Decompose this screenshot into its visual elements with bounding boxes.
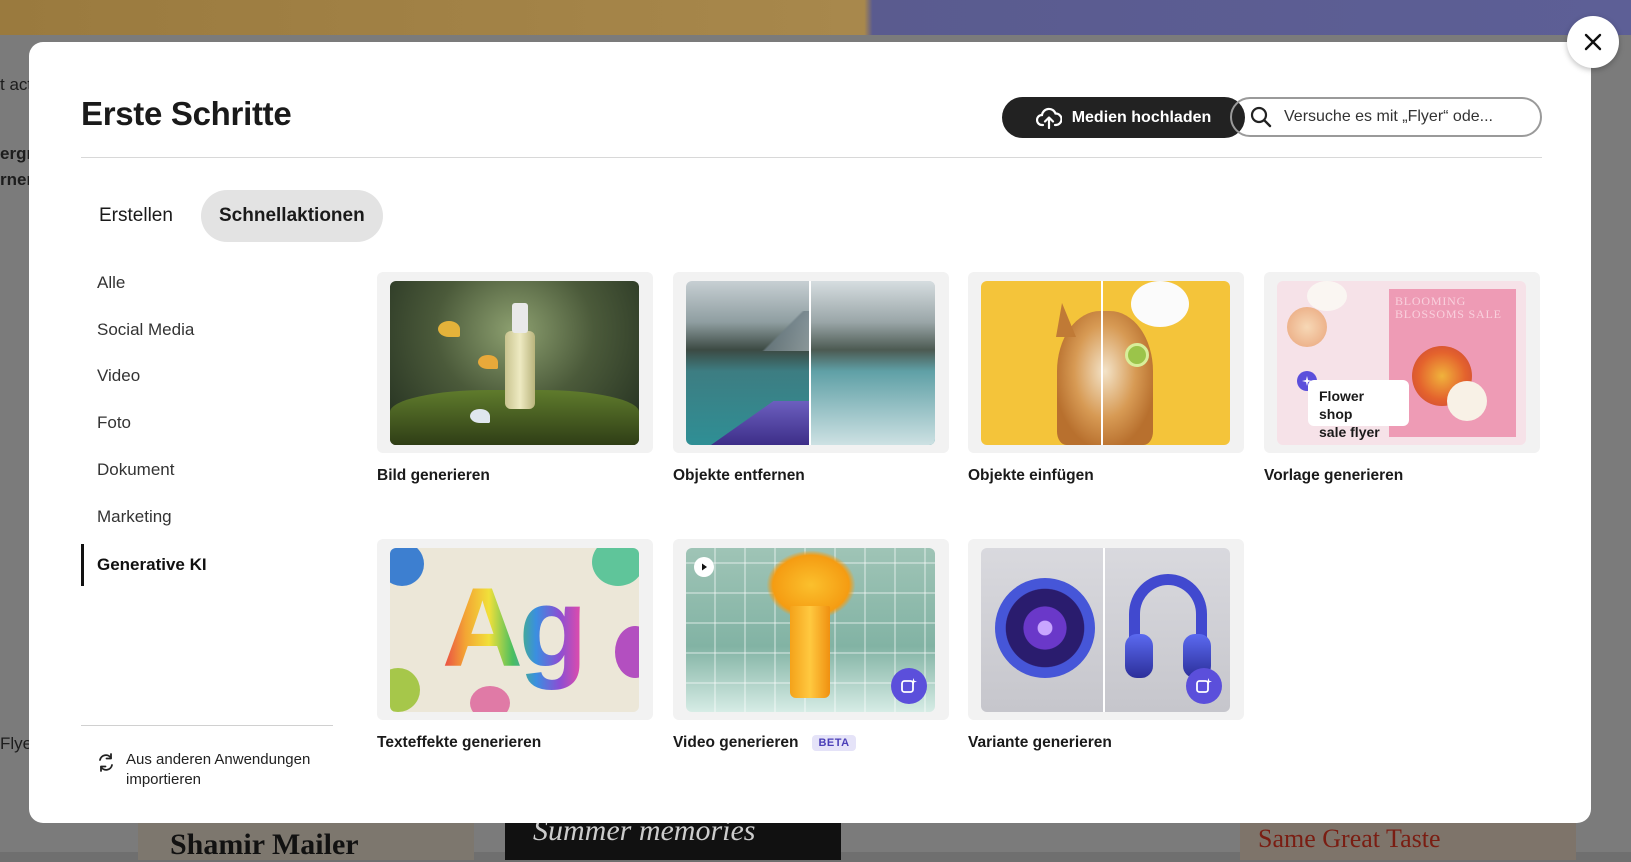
upload-media-button[interactable]: Medien hochladen xyxy=(1002,97,1245,138)
background-card: Same Great Taste xyxy=(1240,820,1576,860)
card-generate-template[interactable]: BLOOMING BLOSSOMS SALE Flower shop sale … xyxy=(1264,272,1540,485)
tab-create[interactable]: Erstellen xyxy=(81,190,191,242)
sidebar-item-label: Marketing xyxy=(97,507,172,526)
card-generate-video[interactable]: Video generieren BETA xyxy=(673,539,949,752)
card-title: Video generieren xyxy=(673,734,799,751)
tab-label: Schnellaktionen xyxy=(219,205,365,226)
background-card-text: Same Great Taste xyxy=(1258,824,1441,853)
sidebar-item-label: Generative KI xyxy=(97,555,207,574)
sidebar-item-document[interactable]: Dokument xyxy=(81,452,325,488)
background-banner xyxy=(0,0,1631,35)
card-title: Variante generieren xyxy=(968,734,1112,751)
tab-label: Erstellen xyxy=(99,205,173,226)
card-title: Texteffekte generieren xyxy=(377,734,542,751)
tab-quick-actions[interactable]: Schnellaktionen xyxy=(201,190,383,242)
sidebar-item-photo[interactable]: Foto xyxy=(81,405,325,441)
search-icon xyxy=(1250,106,1272,128)
background-card: Summer memories xyxy=(505,814,841,860)
text-effect-letters: Ag xyxy=(442,558,587,698)
sidebar-item-social-media[interactable]: Social Media xyxy=(81,312,325,348)
sidebar-item-label: Video xyxy=(97,366,141,385)
yarn-letters-image: Ag xyxy=(390,548,639,712)
flyer-prompt-tag: Flower shop sale flyer xyxy=(1308,380,1409,440)
sidebar-item-generative-ai[interactable]: Generative KI xyxy=(81,544,325,586)
close-button[interactable] xyxy=(1567,16,1619,68)
sidebar-item-marketing[interactable]: Marketing xyxy=(81,499,325,535)
serum-bottle-image xyxy=(390,281,639,445)
card-generate-variant[interactable]: Variante generieren xyxy=(968,539,1244,752)
card-thumbnail-frame xyxy=(968,272,1244,453)
background-text: t act xyxy=(0,75,33,94)
sidebar-item-label: Alle xyxy=(97,273,126,292)
sidebar-item-all[interactable]: Alle xyxy=(81,265,325,301)
flyer-prompt-line: sale flyer xyxy=(1319,424,1380,440)
upload-media-label: Medien hochladen xyxy=(1071,108,1212,126)
card-title: Objekte entfernen xyxy=(673,467,805,484)
card-title: Vorlage generieren xyxy=(1264,467,1404,484)
play-icon xyxy=(694,557,714,577)
sidebar-item-label: Foto xyxy=(97,413,132,432)
flyer-prompt-line: Flower shop xyxy=(1319,388,1365,422)
generative-ai-icon xyxy=(891,668,927,704)
juice-splash-image xyxy=(686,548,935,712)
card-title: Bild generieren xyxy=(377,467,490,484)
sidebar-item-label: Dokument xyxy=(97,460,175,479)
card-insert-objects[interactable]: Objekte einfügen xyxy=(968,272,1244,485)
card-thumbnail-frame xyxy=(673,272,949,453)
card-thumbnail-frame: BLOOMING BLOSSOMS SALE Flower shop sale … xyxy=(1264,272,1540,453)
beta-badge: BETA xyxy=(812,735,856,751)
flower-flyer-image: BLOOMING BLOSSOMS SALE Flower shop sale … xyxy=(1277,281,1526,445)
cloud-upload-icon xyxy=(1035,107,1062,129)
get-started-modal: Erste Schritte Medien hochladen Erstelle… xyxy=(29,42,1591,823)
import-from-apps-link[interactable]: Aus anderen Anwendungen importieren xyxy=(96,750,326,790)
card-thumbnail-frame xyxy=(377,272,653,453)
card-generate-text-effects[interactable]: Ag Texteffekte generieren xyxy=(377,539,653,752)
search-field[interactable] xyxy=(1230,97,1542,137)
page-title: Erste Schritte xyxy=(81,95,292,132)
sidebar-item-video[interactable]: Video xyxy=(81,358,325,394)
card-thumbnail-frame: Ag xyxy=(377,539,653,720)
card-thumbnail-frame xyxy=(968,539,1244,720)
card-title: Objekte einfügen xyxy=(968,467,1094,484)
card-generate-image[interactable]: Bild generieren xyxy=(377,272,653,485)
vinyl-headphones-image xyxy=(981,548,1230,712)
sync-import-icon xyxy=(99,753,113,772)
import-label: Aus anderen Anwendungen importieren xyxy=(126,751,311,788)
poster-text: BLOOMING BLOSSOMS SALE xyxy=(1395,294,1502,321)
close-icon xyxy=(1584,33,1602,51)
card-thumbnail-frame xyxy=(673,539,949,720)
search-input[interactable] xyxy=(1282,107,1526,127)
sidebar-item-label: Social Media xyxy=(97,320,195,339)
mountain-lake-image xyxy=(686,281,935,445)
shiba-dog-image xyxy=(981,281,1230,445)
generative-ai-icon xyxy=(1186,668,1222,704)
card-remove-objects[interactable]: Objekte entfernen xyxy=(673,272,949,485)
header-divider xyxy=(81,157,1542,158)
background-card: Shamir Mailer xyxy=(138,820,474,861)
background-card-text: Shamir Mailer xyxy=(170,828,359,861)
sidebar-divider xyxy=(81,725,333,726)
